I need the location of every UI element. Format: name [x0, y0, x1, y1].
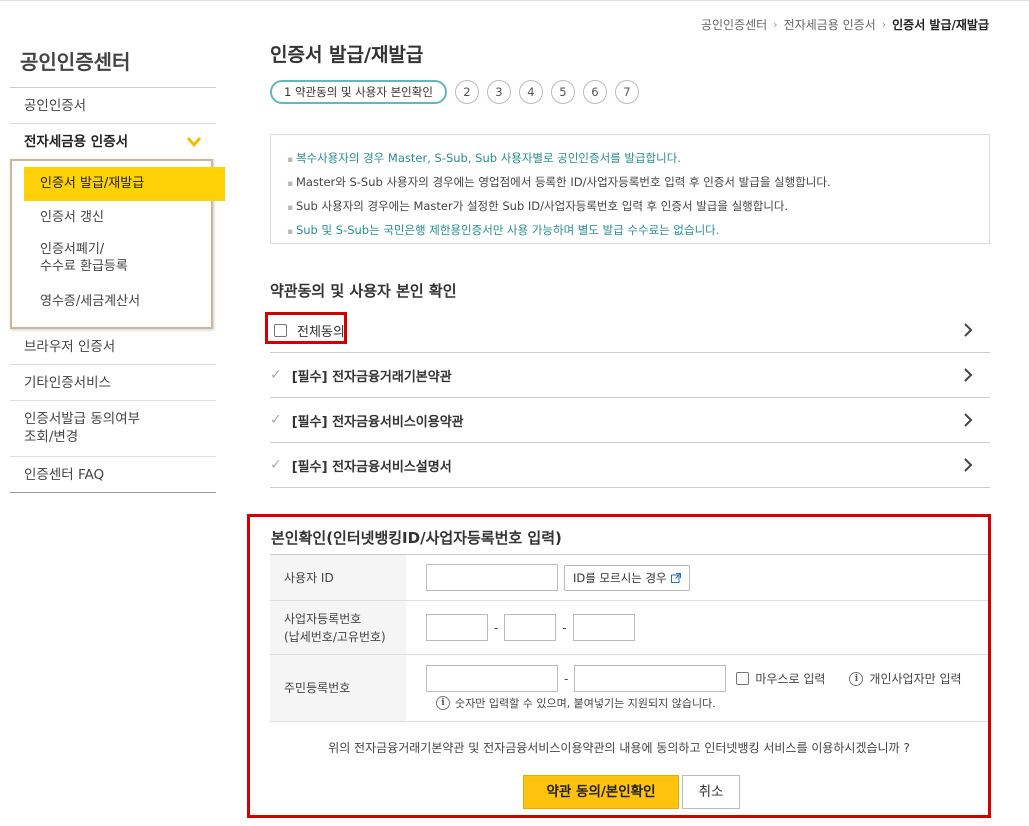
submenu-item-issue[interactable]: 인증서 발급/재발급	[24, 167, 225, 201]
breadcrumb-separator-icon: ›	[881, 18, 887, 31]
notice-item: Sub 사용자의 경우에는 Master가 설정한 Sub ID/사업자등록번호…	[287, 195, 973, 219]
sidebar-item-e-tax-certificate[interactable]: 전자세금용 인증서	[10, 124, 216, 159]
identity-section: 본인확인(인터넷뱅킹ID/사업자등록번호 입력) 사용자 ID ID를 모르시는…	[247, 514, 991, 818]
sidebar-item-faq[interactable]: 인증센터 FAQ	[10, 457, 216, 493]
user-id-row: 사용자 ID ID를 모르시는 경우	[270, 555, 988, 601]
notice-item: Master와 S-Sub 사용자의 경우에는 영업점에서 등록한 ID/사업자…	[287, 171, 973, 195]
terms-text: [필수] 전자금융거래기본약관	[291, 369, 452, 385]
dash-separator: -	[562, 620, 567, 635]
sidebar-title: 공인인증센터	[20, 50, 131, 74]
info-icon: i	[849, 671, 864, 686]
dash-separator: -	[564, 671, 569, 686]
biz-number-cell: - -	[406, 601, 988, 654]
chevron-down-icon	[186, 136, 202, 147]
terms-text: [필수] 전자금융서비스설명서	[291, 459, 452, 475]
terms-section-title: 약관동의 및 사용자 본인 확인	[270, 282, 457, 300]
biz-number-label: 사업자등록번호 (납세번호/고유번호)	[270, 601, 406, 654]
notice-box: 복수사용자의 경우 Master, S-Sub, Sub 사용자별로 공인인증서…	[270, 134, 990, 244]
find-id-button[interactable]: ID를 모르시는 경우	[564, 564, 690, 591]
step-4: 4	[518, 80, 543, 104]
terms-row[interactable]: ✓ [필수] 전자금융거래기본약관	[270, 353, 990, 398]
terms-label: ✓ [필수] 전자금융거래기본약관	[270, 366, 452, 385]
find-id-label: ID를 모르시는 경우	[573, 570, 667, 585]
confirm-button[interactable]: 약관 동의/본인확인	[523, 775, 679, 809]
terms-row[interactable]: ✓ [필수] 전자금융서비스설명서	[270, 443, 990, 488]
rrn-inputs: - 마우스로 입력 i 개인사업자만 입력	[426, 665, 962, 692]
chevron-right-icon[interactable]	[962, 367, 974, 383]
check-icon: ✓	[270, 367, 282, 383]
user-id-label: 사용자 ID	[270, 555, 406, 600]
biz-number-input-3[interactable]	[572, 614, 635, 641]
identity-form: 사용자 ID ID를 모르시는 경우 사업자등록번호 (납세번호/고유번호) -	[270, 554, 988, 722]
sidebar-item-other-services[interactable]: 기타인증서비스	[10, 365, 216, 401]
chevron-right-icon[interactable]	[962, 322, 974, 338]
personal-only-note: 개인사업자만 입력	[869, 672, 962, 686]
submenu-item-label: 인증서폐기/ 수수료 환급등록	[40, 242, 128, 274]
highlight-box	[265, 312, 347, 344]
biz-number-input-2[interactable]	[504, 614, 557, 641]
check-icon: ✓	[270, 412, 282, 428]
chevron-right-icon[interactable]	[962, 412, 974, 428]
notice-item: 복수사용자의 경우 Master, S-Sub, Sub 사용자별로 공인인증서…	[287, 147, 973, 171]
step-indicator: 1 약관동의 및 사용자 본인확인 2 3 4 5 6 7	[270, 76, 990, 108]
user-id-cell: ID를 모르시는 경우	[406, 555, 988, 600]
main-content: 인증서 발급/재발급 1 약관동의 및 사용자 본인확인 2 3 4 5 6 7…	[265, 40, 990, 488]
terms-text: [필수] 전자금융서비스이용약관	[291, 414, 464, 430]
rrn-hint: i 숫자만 입력할 수 있으며, 붙여넣기는 지원되지 않습니다.	[426, 695, 716, 711]
identity-title: 본인확인(인터넷뱅킹ID/사업자등록번호 입력)	[271, 529, 562, 547]
cancel-button[interactable]: 취소	[682, 775, 740, 809]
terms-label: ✓ [필수] 전자금융서비스설명서	[270, 456, 452, 475]
consent-question: 위의 전자금융거래기본약관 및 전자금융서비스이용약관의 내용에 동의하고 인터…	[328, 741, 910, 755]
notice-item: Sub 및 S-Sub는 국민은행 제한용인증서만 사용 가능하며 별도 발급 …	[287, 219, 973, 243]
breadcrumb-separator-icon: ›	[773, 18, 778, 31]
sidebar-item-label: 전자세금용 인증서	[24, 133, 129, 150]
breadcrumb: 공인인증센터 › 전자세금용 인증서 › 인증서 발급/재발급	[701, 16, 989, 33]
dash-separator: -	[494, 620, 499, 635]
agree-all-row[interactable]: 전체동의	[265, 308, 990, 353]
check-icon: ✓	[270, 457, 282, 473]
rrn-input-1[interactable]	[426, 665, 558, 692]
sidebar-item-browser-certificate[interactable]: 브라우저 인증서	[10, 329, 216, 365]
step-6: 6	[582, 80, 607, 104]
breadcrumb-item[interactable]: 전자세금용 인증서	[784, 16, 876, 33]
rrn-row: 주민등록번호 - 마우스로 입력 i 개인사업자만 입력 i 숫자만 입력할 수…	[270, 655, 988, 722]
sidebar-menu: 공인인증서 전자세금용 인증서 인증서 발급/재발급 인증서 갱신 인증서폐기/…	[10, 87, 225, 493]
submenu-item-revoke[interactable]: 인증서폐기/ 수수료 환급등록	[12, 235, 211, 285]
rrn-hint-text: 숫자만 입력할 수 있으며, 붙여넣기는 지원되지 않습니다.	[455, 697, 716, 710]
step-1-active: 1 약관동의 및 사용자 본인확인	[270, 80, 447, 104]
info-icon: i	[436, 696, 450, 710]
submenu-item-renew[interactable]: 인증서 갱신	[12, 201, 211, 235]
top-divider	[0, 0, 1029, 1]
biz-number-input-1[interactable]	[426, 614, 488, 641]
step-5: 5	[550, 80, 575, 104]
sidebar-submenu: 인증서 발급/재발급 인증서 갱신 인증서폐기/ 수수료 환급등록 영수증/세금…	[10, 159, 225, 329]
external-link-icon	[670, 572, 681, 583]
user-id-input[interactable]	[426, 564, 558, 591]
sidebar: 공인인증센터 공인인증서 전자세금용 인증서 인증서 발급/재발급 인증서 갱신…	[10, 40, 225, 493]
terms-label: ✓ [필수] 전자금융서비스이용약관	[270, 411, 464, 430]
mouse-input-label[interactable]: 마우스로 입력	[755, 670, 825, 687]
terms-row[interactable]: ✓ [필수] 전자금융서비스이용약관	[270, 398, 990, 443]
breadcrumb-current: 인증서 발급/재발급	[892, 18, 989, 32]
sidebar-item-label: 인증서발급 동의여부 조회/변경	[24, 411, 141, 445]
rrn-cell: - 마우스로 입력 i 개인사업자만 입력 i 숫자만 입력할 수 있으며, 붙…	[406, 655, 988, 721]
step-3: 3	[486, 80, 511, 104]
step-2: 2	[454, 80, 479, 104]
sidebar-item-consent[interactable]: 인증서발급 동의여부 조회/변경	[10, 401, 216, 457]
page-title: 인증서 발급/재발급	[270, 44, 424, 66]
rrn-input-2[interactable]	[574, 665, 727, 692]
submenu-item-receipt[interactable]: 영수증/세금계산서	[12, 285, 211, 319]
rrn-label: 주민등록번호	[270, 655, 406, 721]
sidebar-item-certificate[interactable]: 공인인증서	[10, 88, 216, 124]
mouse-input-checkbox[interactable]	[736, 672, 750, 685]
biz-number-row: 사업자등록번호 (납세번호/고유번호) - -	[270, 601, 988, 655]
chevron-right-icon[interactable]	[962, 457, 974, 473]
breadcrumb-item[interactable]: 공인인증센터	[701, 16, 767, 33]
step-7: 7	[614, 80, 639, 104]
